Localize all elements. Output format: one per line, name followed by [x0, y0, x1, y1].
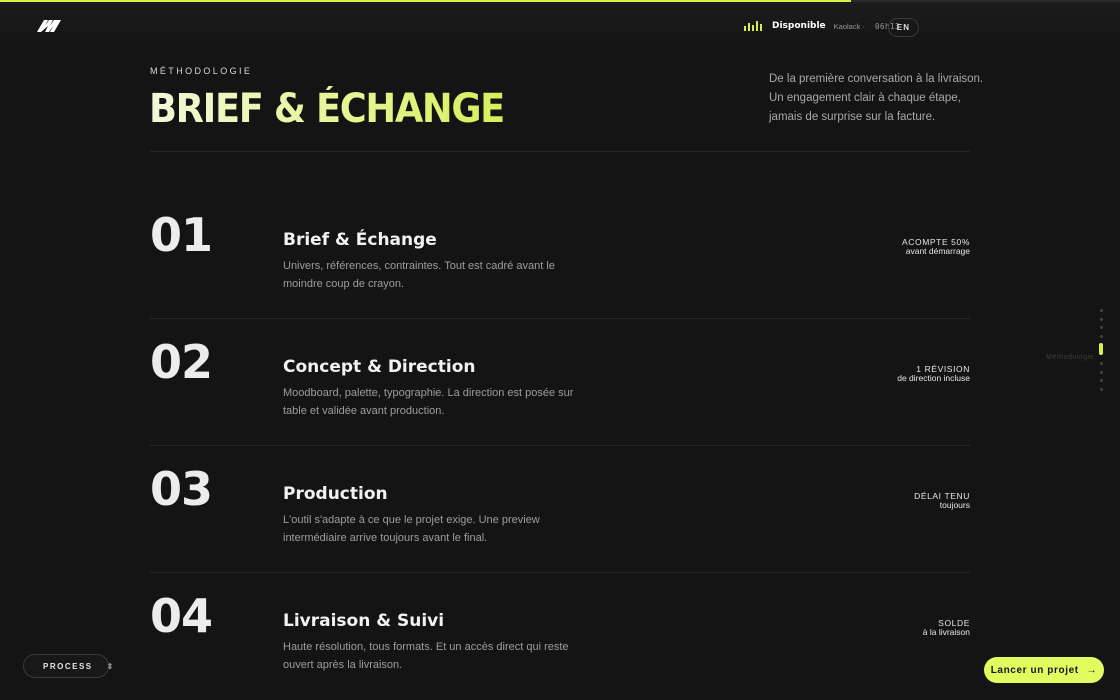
process-label: PROCESS — [43, 661, 93, 671]
intro-text: De la première conversation à la livrais… — [769, 73, 984, 123]
language-button[interactable]: EN — [888, 18, 919, 37]
step-description: L'outil s'adapte à ce que le projet exig… — [283, 514, 540, 544]
chevron-updown-icon: ⇕ — [106, 661, 114, 671]
cta-label: Lancer un projet — [990, 664, 1079, 676]
step-description: Univers, références, contraintes. Tout e… — [283, 260, 555, 290]
sidenav-dot[interactable] — [1100, 387, 1103, 391]
scroll-progress-track — [0, 0, 1120, 2]
step-title: Production — [283, 484, 388, 504]
sidenav-dot[interactable] — [1100, 370, 1103, 374]
step-description: Moodboard, palette, typographie. La dire… — [283, 387, 574, 417]
sidenav-dot[interactable] — [1100, 379, 1103, 382]
step-meta: ACOMPTE 50% avant démarrage — [902, 238, 970, 256]
brand-logo-icon[interactable] — [37, 19, 61, 33]
step-meta-subtitle: toujours — [939, 500, 970, 510]
divider — [150, 151, 970, 152]
section-navigation[interactable] — [1098, 309, 1106, 391]
arrow-right-icon: → — [1086, 664, 1098, 676]
process-menu-button[interactable]: PROCESS ⇕ — [23, 654, 113, 678]
section-eyebrow: MÉTHODOLOGIE — [150, 66, 253, 76]
availability-status: Disponible Kaolack · 06h13 — [744, 21, 900, 31]
divider — [150, 572, 970, 573]
step-number: 04 — [150, 589, 213, 643]
sidenav-dot-active[interactable] — [1099, 343, 1103, 355]
step-item: 04 Livraison & Suivi Haute résolution, t… — [150, 591, 970, 700]
step-number: 03 — [150, 462, 213, 516]
step-title: Brief & Échange — [283, 230, 437, 250]
step-meta: 1 RÉVISION de direction incluse — [897, 365, 970, 383]
top-bar: Disponible Kaolack · 06h13 EN — [0, 0, 1120, 52]
sidenav-dot[interactable] — [1100, 309, 1103, 312]
divider — [150, 318, 970, 319]
step-meta: DÉLAI TENU toujours — [914, 492, 970, 510]
start-project-button[interactable]: Lancer un projet → — [984, 657, 1104, 683]
sidenav-dot[interactable] — [1100, 326, 1103, 329]
scroll-progress-fill — [0, 0, 852, 2]
sidenav-dot[interactable] — [1100, 334, 1103, 338]
status-label: Disponible — [772, 21, 826, 31]
status-place: Kaolack · — [833, 21, 865, 31]
page-title: BRIEF & ÉCHANGE — [149, 86, 505, 132]
step-description: Haute résolution, tous formats. Et un ac… — [283, 641, 569, 671]
step-meta: SOLDE à la livraison — [923, 619, 970, 637]
step-title: Concept & Direction — [283, 357, 476, 377]
step-meta-subtitle: avant démarrage — [905, 246, 970, 256]
sidenav-label: Méthodologie — [1046, 354, 1095, 361]
sidenav-dot[interactable] — [1100, 362, 1103, 365]
sidenav-dot[interactable] — [1100, 317, 1103, 321]
signal-bars-icon — [744, 21, 762, 31]
divider — [150, 445, 970, 446]
step-meta-subtitle: de direction incluse — [897, 373, 970, 383]
step-meta-subtitle: à la livraison — [922, 627, 970, 637]
step-number: 02 — [150, 335, 213, 389]
step-title: Livraison & Suivi — [283, 611, 445, 631]
step-number: 01 — [150, 208, 213, 262]
